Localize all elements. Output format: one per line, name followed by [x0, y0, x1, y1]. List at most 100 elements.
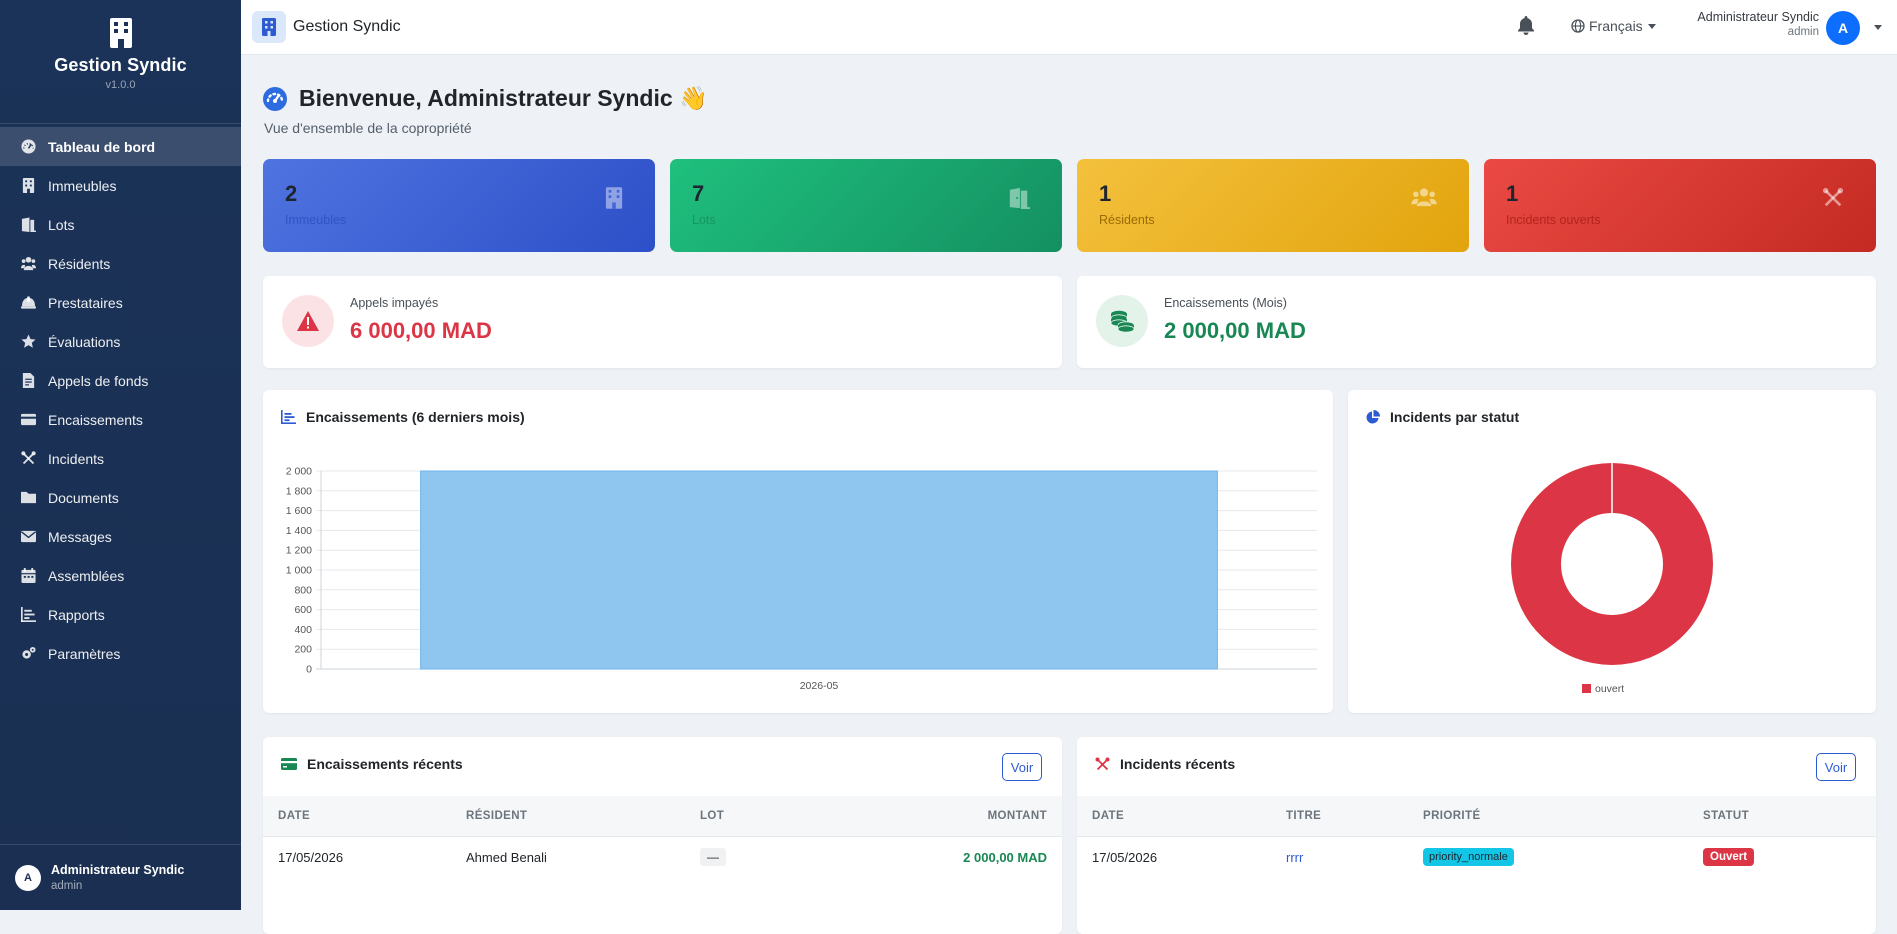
language-selector[interactable]: Français: [1571, 18, 1656, 34]
column-header[interactable]: RÉSIDENT: [466, 796, 700, 837]
incident-link[interactable]: rrrr: [1286, 850, 1303, 865]
credit-card-icon: [281, 758, 297, 770]
sidebar-user-role: admin: [51, 880, 83, 892]
tools-icon: [20, 451, 36, 467]
tools-icon: [1095, 757, 1110, 770]
door-icon: [1009, 187, 1030, 209]
stat-value: 1: [1506, 181, 1519, 206]
sidebar-item-evaluations[interactable]: Évaluations: [0, 322, 241, 361]
lot-tag: —: [700, 848, 726, 867]
sidebar-item-appels-de-fonds[interactable]: Appels de fonds: [0, 361, 241, 400]
cell-date: 17/05/2026: [278, 849, 344, 865]
page-title: Bienvenue, Administrateur Syndic 👋: [299, 85, 708, 111]
cell-title[interactable]: rrrr: [1286, 836, 1423, 878]
users-icon: [1411, 188, 1437, 207]
kpi-value: 6 000,00 MAD: [350, 318, 492, 343]
column-header[interactable]: PRIORITÉ: [1423, 796, 1703, 837]
stat-value: 7: [692, 181, 705, 206]
table-row[interactable]: 17/05/2026 Ahmed Benali — 2 000,00 MAD: [263, 836, 1062, 878]
recent-payments-panel: Encaissements récents Voir DATE RÉSIDENT…: [263, 737, 1062, 934]
sidebar-item-messages[interactable]: Messages: [0, 517, 241, 556]
panel-title: Encaissements récents: [307, 756, 463, 772]
sidebar-nav: Tableau de bord Immeubles Lots Résidents Pre…: [0, 124, 241, 673]
view-incidents-button[interactable]: Voir: [1816, 753, 1856, 781]
stat-label: Résidents: [1099, 213, 1155, 227]
topbar: Gestion Syndic Français Administrateur S…: [241, 0, 1897, 55]
kpi-value: 2 000,00 MAD: [1164, 318, 1306, 343]
sidebar-item-tableau-de-bord[interactable]: Tableau de bord: [0, 127, 241, 166]
recent-incidents-table: DATE TITRE PRIORITÉ STATUT 17/05/2026 rr…: [1077, 796, 1876, 878]
cell-date: 17/05/2026: [1092, 849, 1158, 865]
stat-label: Immeubles: [285, 213, 347, 227]
sidebar-item-parametres[interactable]: Paramètres: [0, 634, 241, 673]
sidebar-item-label: Immeubles: [48, 177, 117, 194]
globe-icon: [1571, 19, 1585, 33]
sidebar-item-label: Paramètres: [48, 645, 121, 662]
sidebar-user[interactable]: A Administrateur Syndic admin: [0, 844, 241, 910]
chevron-down-icon[interactable]: [1874, 25, 1882, 30]
column-header[interactable]: STATUT: [1703, 796, 1876, 837]
sidebar-item-label: Lots: [48, 216, 75, 233]
sidebar-item-rapports[interactable]: Rapports: [0, 595, 241, 634]
bell-icon[interactable]: [1517, 16, 1535, 36]
warning-icon: [282, 295, 334, 347]
page-subtitle: Vue d'ensemble de la copropriété: [264, 120, 472, 136]
sidebar-item-label: Documents: [48, 489, 119, 506]
panel-header: Incidents récents: [1095, 756, 1235, 772]
sidebar-item-immeubles[interactable]: Immeubles: [0, 166, 241, 205]
x-tick-label: 2026-05: [800, 680, 839, 692]
sidebar-item-assemblees[interactable]: Assemblées: [0, 556, 241, 595]
stat-card-residents[interactable]: 1 Résidents: [1077, 159, 1469, 252]
coins-icon: [1096, 295, 1148, 347]
sidebar-item-label: Encaissements: [48, 411, 143, 428]
users-icon: [20, 256, 36, 272]
sidebar-item-documents[interactable]: Documents: [0, 478, 241, 517]
sidebar-item-label: Incidents: [48, 450, 105, 467]
column-header[interactable]: LOT: [700, 796, 850, 837]
cell-priority: priority_normale: [1423, 836, 1703, 878]
sidebar-item-prestataires[interactable]: Prestataires: [0, 283, 241, 322]
column-header[interactable]: MONTANT: [850, 796, 1062, 837]
brand: Gestion Syndic v1.0.0: [0, 0, 241, 124]
sidebar-item-encaissements[interactable]: Encaissements: [0, 400, 241, 439]
gauge-icon: [263, 86, 287, 111]
panel-header: Encaissements récents: [281, 756, 463, 772]
panel-title: Incidents récents: [1120, 756, 1236, 772]
stat-card-buildings[interactable]: 2 Immeubles: [263, 159, 655, 252]
chart-icon: [20, 607, 36, 623]
user-name: Administrateur Syndic: [1697, 10, 1819, 24]
sidebar-user-name: Administrateur Syndic: [51, 863, 185, 877]
stat-value: 1: [1099, 181, 1112, 206]
building-icon: [605, 187, 623, 209]
y-tick-label: 1 000: [286, 565, 312, 577]
sidebar-item-residents[interactable]: Résidents: [0, 244, 241, 283]
chevron-down-icon: [1647, 23, 1656, 29]
stat-card-lots[interactable]: 7 Lots: [670, 159, 1062, 252]
y-tick-label: 800: [294, 584, 312, 596]
sidebar-item-incidents[interactable]: Incidents: [0, 439, 241, 478]
column-header[interactable]: DATE: [263, 796, 466, 837]
sidebar-item-label: Messages: [48, 528, 112, 545]
door-icon: [20, 217, 36, 233]
envelope-icon: [20, 529, 36, 545]
table-row[interactable]: 17/05/2026 rrrr priority_normale Ouvert: [1077, 836, 1876, 878]
legend-label[interactable]: ouvert: [1595, 683, 1624, 695]
building-icon[interactable]: [252, 11, 286, 43]
bar[interactable]: [420, 470, 1218, 670]
stat-label: Lots: [692, 213, 716, 227]
priority-badge: priority_normale: [1423, 848, 1514, 867]
stat-card-incidents[interactable]: 1 Incidents ouverts: [1484, 159, 1876, 252]
chart-panel-incidents: Incidents par statut ouvert: [1348, 390, 1876, 713]
y-tick-label: 1 400: [286, 525, 312, 537]
page-title-row: Bienvenue, Administrateur Syndic 👋: [263, 85, 708, 112]
donut-chart: ouvert: [1511, 463, 1713, 695]
y-tick-label: 2 000: [286, 466, 312, 478]
avatar[interactable]: A: [1826, 11, 1860, 45]
column-header[interactable]: TITRE: [1286, 796, 1423, 837]
user-menu[interactable]: Administrateur Syndic admin: [1685, 10, 1819, 38]
view-payments-button[interactable]: Voir: [1002, 753, 1042, 781]
column-header[interactable]: DATE: [1077, 796, 1286, 837]
avatar: A: [15, 864, 41, 891]
sidebar-item-label: Prestataires: [48, 294, 123, 311]
sidebar-item-lots[interactable]: Lots: [0, 205, 241, 244]
